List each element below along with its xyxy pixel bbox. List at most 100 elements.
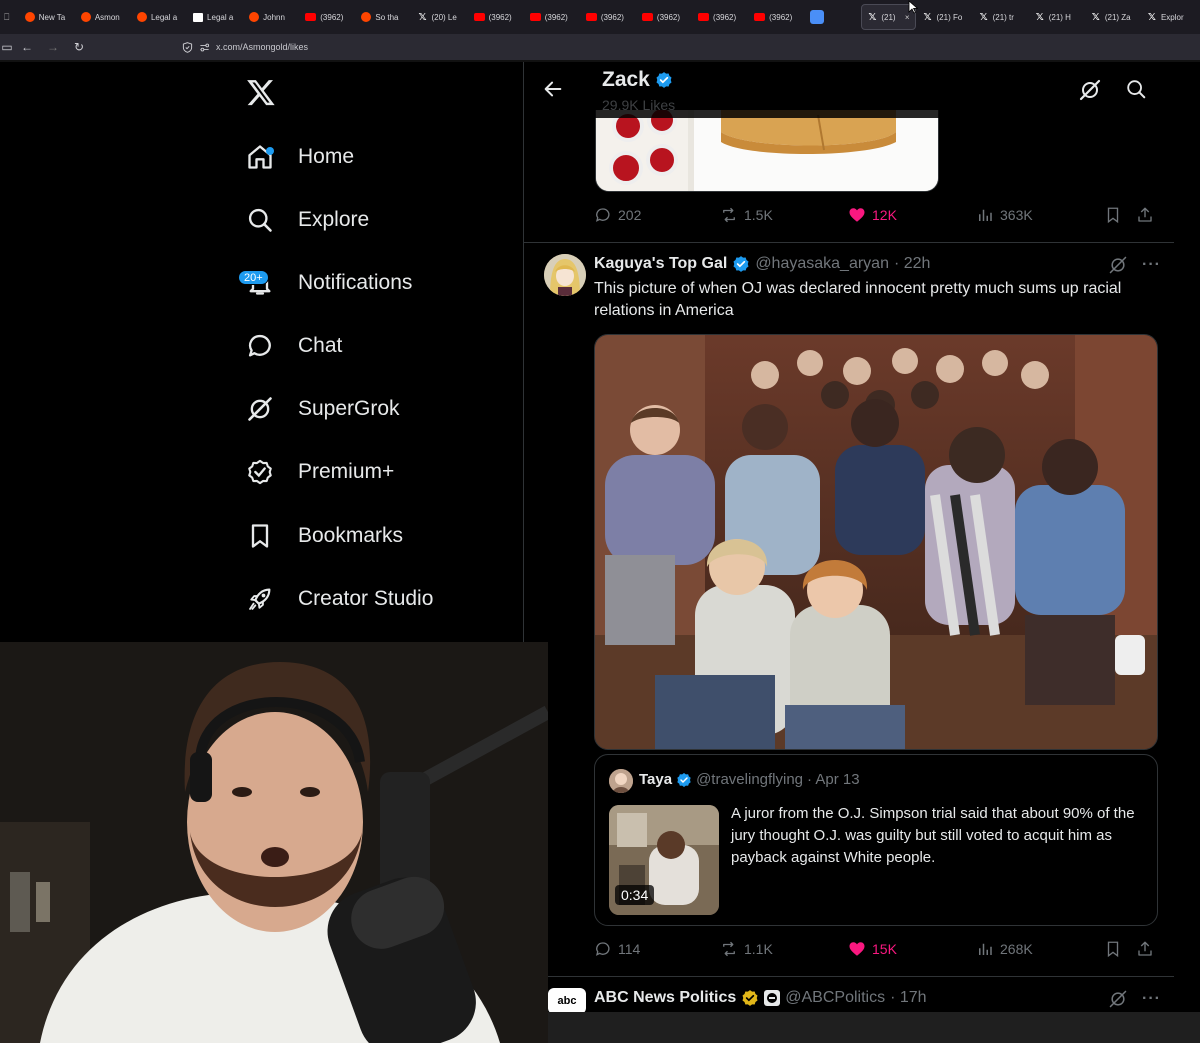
views-button[interactable]: 268K [976, 940, 1033, 958]
verified-badge-icon [733, 256, 749, 272]
reddit-icon [361, 12, 372, 22]
tab-overflow-icon[interactable]: ⎕ [4, 12, 18, 23]
repost-count: 1.1K [744, 941, 773, 957]
profile-name-text: Zack [602, 68, 650, 91]
browser-tab[interactable]: Asmon [76, 4, 130, 30]
site-permissions-icon[interactable] [199, 42, 210, 53]
browser-tab[interactable]: (3962) [300, 4, 354, 30]
sidebar-item-bookmarks[interactable]: Bookmarks [246, 516, 403, 556]
rocket-icon [249, 588, 271, 610]
avatar[interactable]: abc [548, 988, 586, 1014]
sidebar-item-supergrok[interactable]: SuperGrok [246, 389, 400, 429]
browser-tab-label: (21) Fo [936, 12, 963, 22]
tweet-top-actions: ··· [1108, 255, 1161, 275]
more-options-icon[interactable]: ··· [1142, 256, 1161, 274]
search-icon[interactable] [1125, 78, 1147, 100]
browser-tab[interactable]: (3962) [637, 4, 691, 30]
author-name[interactable]: ABC News Politics [594, 989, 736, 1007]
browser-tab[interactable]: 𝕏 (21) Fo [918, 4, 972, 30]
back-arrow-icon[interactable] [542, 78, 564, 100]
browser-tab[interactable]: Legal a [132, 4, 186, 30]
sidebar-item-creator-studio[interactable]: Creator Studio [246, 579, 433, 619]
tweet-media-crowd-photo[interactable] [594, 334, 1158, 750]
reply-icon [595, 208, 610, 222]
repost-button[interactable]: 1.5K [720, 206, 773, 224]
sidebar-item-premium[interactable]: Premium+ [246, 452, 394, 492]
shield-icon [182, 41, 193, 53]
more-options-icon[interactable]: ··· [1142, 990, 1161, 1008]
author-name[interactable]: Kaguya's Top Gal [594, 255, 727, 273]
browser-tab-label: (21) H [1048, 12, 1071, 22]
view-count: 363K [1000, 207, 1033, 223]
address-bar[interactable]: x.com/Asmongold/likes [182, 39, 308, 55]
browser-tab-label: Asmon [94, 12, 120, 22]
tweet-time[interactable]: · 17h [890, 989, 926, 1007]
x-icon: 𝕏 [868, 11, 877, 23]
browser-tab[interactable]: 𝕏 (21) tr [974, 4, 1028, 30]
reply-icon [595, 942, 610, 956]
quoted-tweet-header: Taya @travelingflying · Apr 13 [639, 771, 860, 788]
repost-button[interactable]: 1.1K [720, 940, 773, 958]
browser-tab[interactable]: (3962) [693, 4, 747, 30]
browser-tab[interactable]: 𝕏 (21) H [1030, 4, 1084, 30]
browser-tab[interactable]: 𝕏 (21) Za [1086, 4, 1140, 30]
author-handle[interactable]: @ABCPolitics [785, 989, 885, 1007]
reload-button[interactable]: ↻ [66, 40, 92, 54]
reply-button[interactable]: 202 [594, 206, 641, 224]
home-icon-wrap [246, 143, 274, 171]
sidebar-item-chat[interactable]: Chat [246, 326, 342, 366]
author-handle[interactable]: @hayasaka_aryan [755, 255, 889, 273]
reply-button[interactable]: 114 [594, 940, 640, 958]
browser-tab[interactable]: New Ta [20, 4, 74, 30]
tweet-media-food-photo[interactable] [595, 110, 939, 192]
like-button[interactable]: 15K [848, 940, 897, 958]
browser-tab[interactable]: 𝕏 Explor [1142, 4, 1196, 30]
share-button[interactable] [1136, 940, 1154, 958]
bookmark-button[interactable] [1104, 940, 1122, 958]
sidebar-item-notifications[interactable]: 20+ Notifications [238, 263, 412, 303]
browser-tab[interactable]: (3962) [749, 4, 803, 30]
youtube-icon [473, 13, 485, 21]
browser-tab-label: (3962) [600, 12, 624, 22]
tweet-time[interactable]: · 22h [894, 255, 930, 273]
forward-button[interactable]: → [40, 40, 66, 54]
likes-timeline: 202 1.5K 12K 363K Kaguya's Top Gal @haya… [524, 62, 1174, 1043]
grok-icon[interactable] [1108, 989, 1128, 1009]
like-count: 12K [872, 207, 897, 223]
grok-icon[interactable] [1078, 78, 1102, 102]
bookmark-button[interactable] [1104, 206, 1122, 224]
browser-tab[interactable]: 𝕏 (20) Le [412, 4, 466, 30]
browser-tab[interactable]: (3962) [525, 4, 579, 30]
sidebar-item-explore[interactable]: Explore [246, 200, 369, 240]
share-icon [1138, 941, 1152, 956]
like-button[interactable]: 12K [848, 206, 897, 224]
browser-tab[interactable]: (3962) [581, 4, 635, 30]
browser-tab[interactable]: Johnn [244, 4, 298, 30]
back-button[interactable]: ← [14, 40, 40, 54]
share-button[interactable] [1136, 206, 1154, 224]
author-name[interactable]: Taya [639, 771, 672, 788]
profile-header: Zack 29.9K Likes [524, 62, 1174, 118]
quoted-tweet-video-thumbnail[interactable]: 0:34 [609, 805, 719, 915]
quoted-tweet[interactable]: Taya @travelingflying · Apr 13 0:34 A ju… [594, 754, 1158, 926]
avatar[interactable] [544, 254, 586, 296]
views-button[interactable]: 363K [976, 206, 1033, 224]
x-icon: 𝕏 [418, 11, 427, 23]
sidebar-toggle-icon[interactable]: ▭ [0, 40, 14, 54]
sidebar-item-home[interactable]: Home [246, 137, 354, 177]
right-column-edge [1174, 62, 1200, 1012]
crowd-photo-illustration [595, 335, 1157, 749]
quoted-tweet-text: A juror from the O.J. Simpson trial said… [731, 805, 1135, 866]
browser-tab-label: Legal a [150, 12, 178, 22]
document-icon [193, 12, 204, 22]
x-icon: 𝕏 [923, 11, 932, 23]
likes-count: 29.9K Likes [602, 97, 676, 113]
x-logo-icon[interactable] [246, 77, 276, 107]
browser-tab[interactable]: (3962) [469, 4, 523, 30]
youtube-icon [641, 13, 653, 21]
grok-icon[interactable] [1108, 255, 1128, 275]
avatar[interactable] [609, 769, 633, 793]
browser-tab[interactable]: So tha [356, 4, 410, 30]
browser-tab[interactable]: Legal a [188, 4, 242, 30]
browser-tab[interactable] [805, 4, 859, 30]
